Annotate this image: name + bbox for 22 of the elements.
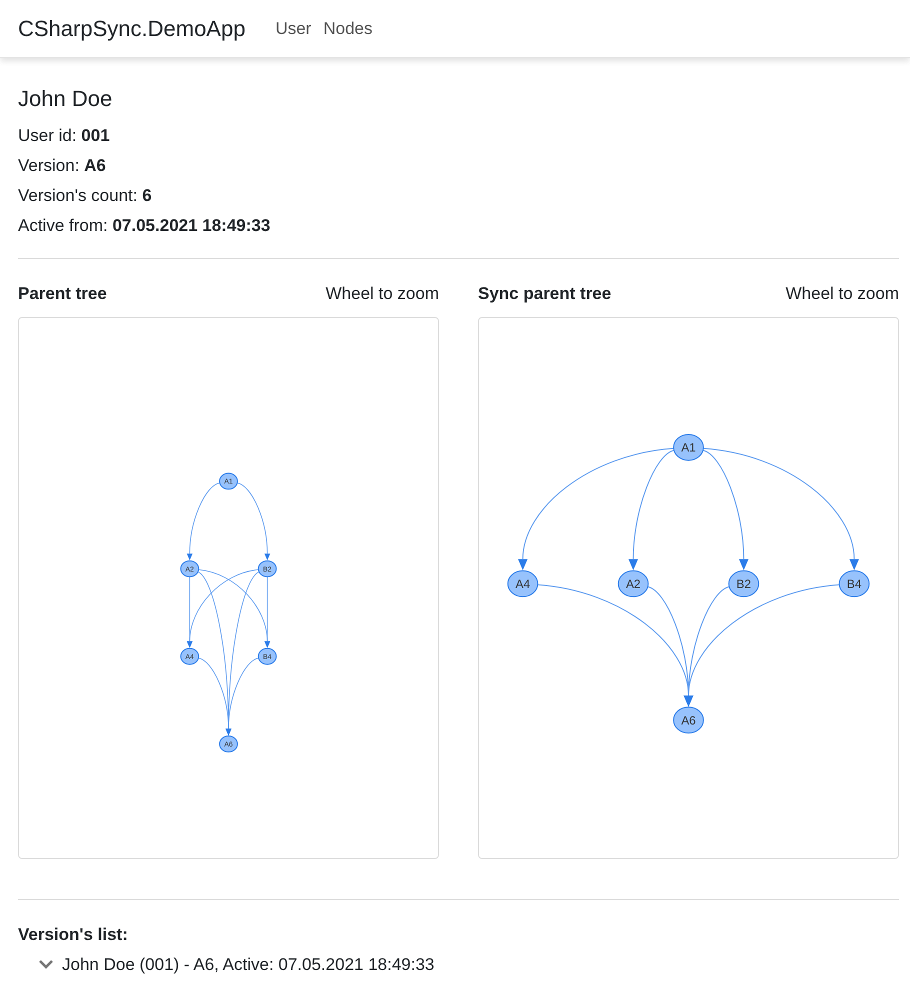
nav-link[interactable]: User bbox=[269, 16, 318, 42]
zoom-hint: Wheel to zoom bbox=[326, 283, 439, 305]
info-line: User id: 001 bbox=[18, 125, 111, 147]
version-item[interactable]: John Doe (001) - A6, Active: 07.05.2021 18:49:33 bbox=[62, 952, 434, 977]
graph-canvas[interactable]: A1 A4 A2 B2 B4 A6 bbox=[478, 317, 899, 859]
info-line: Version: A6 bbox=[18, 155, 107, 177]
app-brand[interactable]: CSharpSync.DemoApp bbox=[18, 12, 246, 45]
chevron-down-icon[interactable] bbox=[38, 958, 54, 970]
graph-node[interactable]: A6 bbox=[673, 706, 704, 734]
info-line: Active from: 07.05.2021 18:49:33 bbox=[18, 215, 272, 237]
nav-link[interactable]: Nodes bbox=[317, 16, 378, 42]
graph-node[interactable]: B4 bbox=[838, 570, 870, 598]
info-line: Version's count: 6 bbox=[18, 185, 153, 207]
graph-node[interactable]: A1 bbox=[673, 434, 704, 461]
graph-title: Parent tree bbox=[18, 283, 107, 305]
user-name: John Doe bbox=[18, 85, 114, 113]
section-title: Version's list: bbox=[18, 924, 129, 946]
graph-node[interactable]: B2 bbox=[728, 570, 760, 598]
graph-title: Sync parent tree bbox=[478, 283, 612, 305]
graph-node[interactable]: A2 bbox=[618, 570, 649, 598]
graph-node[interactable]: A4 bbox=[507, 570, 538, 598]
zoom-hint: Wheel to zoom bbox=[786, 283, 899, 305]
